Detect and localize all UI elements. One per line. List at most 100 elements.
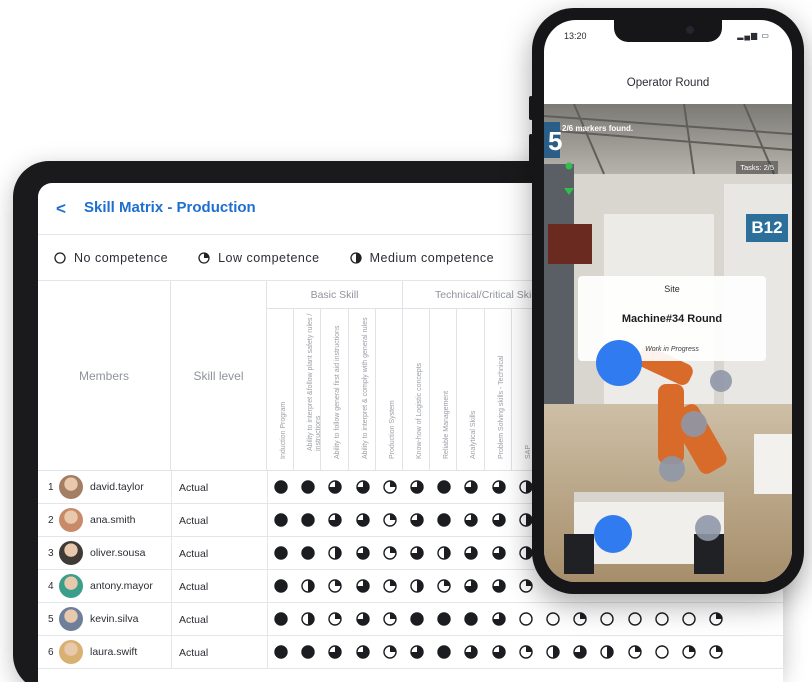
legend-low-competence: Low competence xyxy=(198,251,320,265)
circle-full-icon[interactable] xyxy=(274,513,288,527)
circle-three-quarter-icon[interactable] xyxy=(410,513,424,527)
ar-marker[interactable] xyxy=(710,370,732,392)
circle-full-icon[interactable] xyxy=(464,612,479,626)
skill-name: Analytical Skills xyxy=(470,410,478,459)
chevron-left-icon[interactable]: < xyxy=(56,199,66,219)
ar-marker-found[interactable] xyxy=(596,340,642,386)
circle-half-icon[interactable] xyxy=(600,645,615,659)
circle-quarter-icon[interactable] xyxy=(383,612,397,626)
circle-quarter-icon[interactable] xyxy=(709,645,723,659)
ar-camera-view[interactable]: 5 2/6 markers found. Tasks: 2/5 B12 Site… xyxy=(544,104,792,582)
circle-quarter-icon[interactable] xyxy=(383,579,397,593)
circle-empty-icon[interactable] xyxy=(627,612,642,626)
circle-full-icon[interactable] xyxy=(274,612,288,626)
divider xyxy=(267,570,268,602)
skill-column-header: Reliable Management xyxy=(430,309,458,471)
circle-three-quarter-icon[interactable] xyxy=(355,513,370,527)
circle-half-icon[interactable] xyxy=(519,480,533,494)
circle-three-quarter-icon[interactable] xyxy=(464,546,479,560)
circle-quarter-icon[interactable] xyxy=(328,579,343,593)
circle-half-icon[interactable] xyxy=(437,546,451,560)
circle-quarter-icon[interactable] xyxy=(573,612,587,626)
circle-full-icon[interactable] xyxy=(274,645,288,659)
skill-level-value: Actual xyxy=(179,581,209,593)
circle-quarter-icon[interactable] xyxy=(519,645,533,659)
circle-empty-icon[interactable] xyxy=(546,612,560,626)
circle-full-icon[interactable] xyxy=(437,480,451,494)
circle-empty-icon[interactable] xyxy=(519,612,533,626)
circle-empty-icon[interactable] xyxy=(655,645,669,659)
ar-marker[interactable] xyxy=(681,411,707,437)
circle-full-icon[interactable] xyxy=(301,546,315,560)
circle-half-icon[interactable] xyxy=(546,645,560,659)
circle-quarter-icon[interactable] xyxy=(383,480,397,494)
circle-three-quarter-icon[interactable] xyxy=(491,546,506,560)
circle-full-icon[interactable] xyxy=(274,579,288,593)
ar-marker[interactable] xyxy=(695,515,721,541)
circle-full-icon[interactable] xyxy=(437,645,451,659)
circle-three-quarter-icon[interactable] xyxy=(573,645,587,659)
circle-quarter-icon[interactable] xyxy=(328,612,343,626)
circle-quarter-icon[interactable] xyxy=(709,612,723,626)
circle-full-icon[interactable] xyxy=(410,612,424,626)
circle-three-quarter-icon[interactable] xyxy=(464,579,479,593)
circle-three-quarter-icon[interactable] xyxy=(410,546,424,560)
row-number: 2 xyxy=(48,515,54,526)
ar-marker-found[interactable] xyxy=(594,515,632,553)
circle-full-icon[interactable] xyxy=(437,612,451,626)
circle-three-quarter-icon[interactable] xyxy=(328,645,343,659)
circle-quarter-icon[interactable] xyxy=(627,645,642,659)
circle-three-quarter-icon[interactable] xyxy=(491,645,506,659)
circle-quarter-icon[interactable] xyxy=(519,579,533,593)
circle-three-quarter-icon[interactable] xyxy=(328,513,343,527)
circle-three-quarter-icon[interactable] xyxy=(355,480,370,494)
circle-half-icon[interactable] xyxy=(301,579,315,593)
basic-skill-group-header: Basic Skill xyxy=(267,281,403,309)
circle-three-quarter-icon[interactable] xyxy=(464,513,479,527)
circle-half-icon[interactable] xyxy=(301,612,315,626)
circle-full-icon[interactable] xyxy=(301,513,315,527)
ar-marker[interactable] xyxy=(659,456,685,482)
member-name[interactable]: kevin.silva xyxy=(90,613,138,625)
circle-three-quarter-icon[interactable] xyxy=(355,579,370,593)
circle-half-icon[interactable] xyxy=(328,546,343,560)
member-name[interactable]: oliver.sousa xyxy=(90,547,145,559)
circle-three-quarter-icon[interactable] xyxy=(464,645,479,659)
row-number: 3 xyxy=(48,548,54,559)
circle-full-icon[interactable] xyxy=(274,546,288,560)
circle-quarter-icon[interactable] xyxy=(383,645,397,659)
table-row[interactable]: 5 kevin.silva Actual xyxy=(38,603,783,636)
circle-three-quarter-icon[interactable] xyxy=(491,612,506,626)
circle-half-icon[interactable] xyxy=(410,579,424,593)
circle-empty-icon[interactable] xyxy=(655,612,669,626)
circle-three-quarter-icon[interactable] xyxy=(410,480,424,494)
circle-full-icon[interactable] xyxy=(301,480,315,494)
member-name[interactable]: ana.smith xyxy=(90,514,136,526)
circle-full-icon[interactable] xyxy=(437,513,451,527)
circle-three-quarter-icon[interactable] xyxy=(355,612,370,626)
circle-three-quarter-icon[interactable] xyxy=(355,645,370,659)
skill-level-value: Actual xyxy=(179,614,209,626)
member-name[interactable]: laura.swift xyxy=(90,646,137,658)
circle-quarter-icon[interactable] xyxy=(383,546,397,560)
circle-quarter-icon[interactable] xyxy=(682,645,696,659)
circle-full-icon[interactable] xyxy=(274,480,288,494)
circle-empty-icon[interactable] xyxy=(682,612,696,626)
circle-full-icon[interactable] xyxy=(301,645,315,659)
member-name[interactable]: antony.mayor xyxy=(90,580,153,592)
circle-half-icon[interactable] xyxy=(519,546,533,560)
circle-three-quarter-icon[interactable] xyxy=(491,480,506,494)
circle-three-quarter-icon[interactable] xyxy=(464,480,479,494)
circle-three-quarter-icon[interactable] xyxy=(410,645,424,659)
member-name[interactable]: david.taylor xyxy=(90,481,144,493)
circle-three-quarter-icon[interactable] xyxy=(491,513,506,527)
circle-quarter-icon[interactable] xyxy=(383,513,397,527)
skill-level-value: Actual xyxy=(179,482,209,494)
circle-three-quarter-icon[interactable] xyxy=(491,579,506,593)
circle-half-icon[interactable] xyxy=(519,513,533,527)
circle-three-quarter-icon[interactable] xyxy=(355,546,370,560)
circle-quarter-icon[interactable] xyxy=(437,579,451,593)
table-row[interactable]: 6 laura.swift Actual xyxy=(38,636,783,669)
circle-empty-icon[interactable] xyxy=(600,612,615,626)
circle-three-quarter-icon[interactable] xyxy=(328,480,343,494)
